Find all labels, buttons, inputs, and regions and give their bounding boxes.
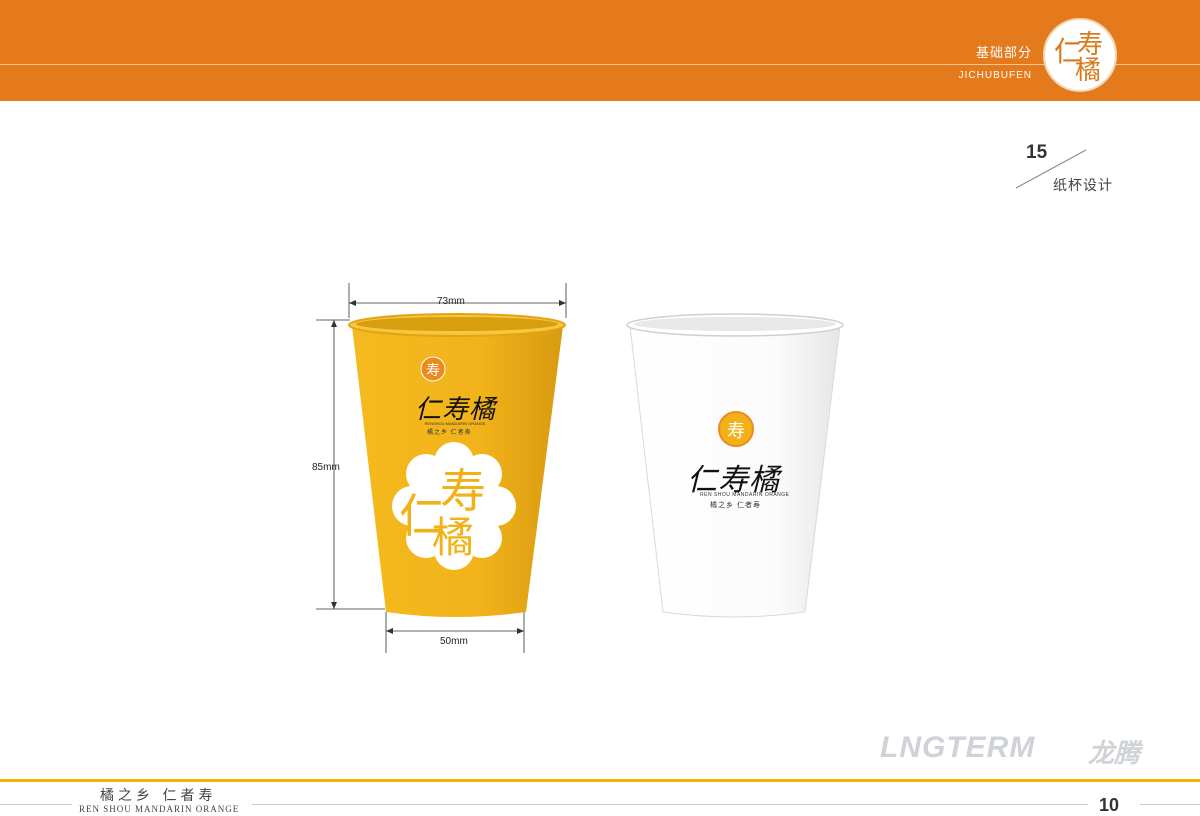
footer-rule-right [1140,804,1200,805]
dimension-height-label: 85mm [312,462,340,473]
company-logo-cn: 龙腾 [1088,738,1141,768]
footer-english: REN SHOU MANDARIN ORANGE [79,804,240,814]
footer-slogan: 橘之乡 仁者寿 [100,788,217,804]
page-number: 10 [1099,795,1120,815]
cups-illustration: 寿 寿 [316,283,844,653]
dimension-top-label: 73mm [437,296,465,307]
footer-rule-middle [252,804,1088,805]
footer-rule-left [0,804,72,805]
company-logo-text: LNGTERM [880,731,1036,764]
yellow-cup-emblem-glyph-3: 橘 [432,513,475,562]
yellow-cup-brand-en: RENSHOU MANDARIN ORANGE [424,421,486,426]
white-cup-slogan: 橘之乡 仁者寿 [710,502,761,509]
dimension-bottom-label: 50mm [440,636,468,647]
company-logo: LNGTERM 龙腾 [880,729,1162,768]
svg-text:寿: 寿 [727,421,745,442]
footer-accent-line [0,779,1200,782]
white-cup-brand-en: REN SHOU MANDARIN ORANGE [700,492,790,498]
svg-text:寿: 寿 [426,362,440,379]
yellow-cup-slogan: 橘之乡 仁者寿 [427,430,472,436]
